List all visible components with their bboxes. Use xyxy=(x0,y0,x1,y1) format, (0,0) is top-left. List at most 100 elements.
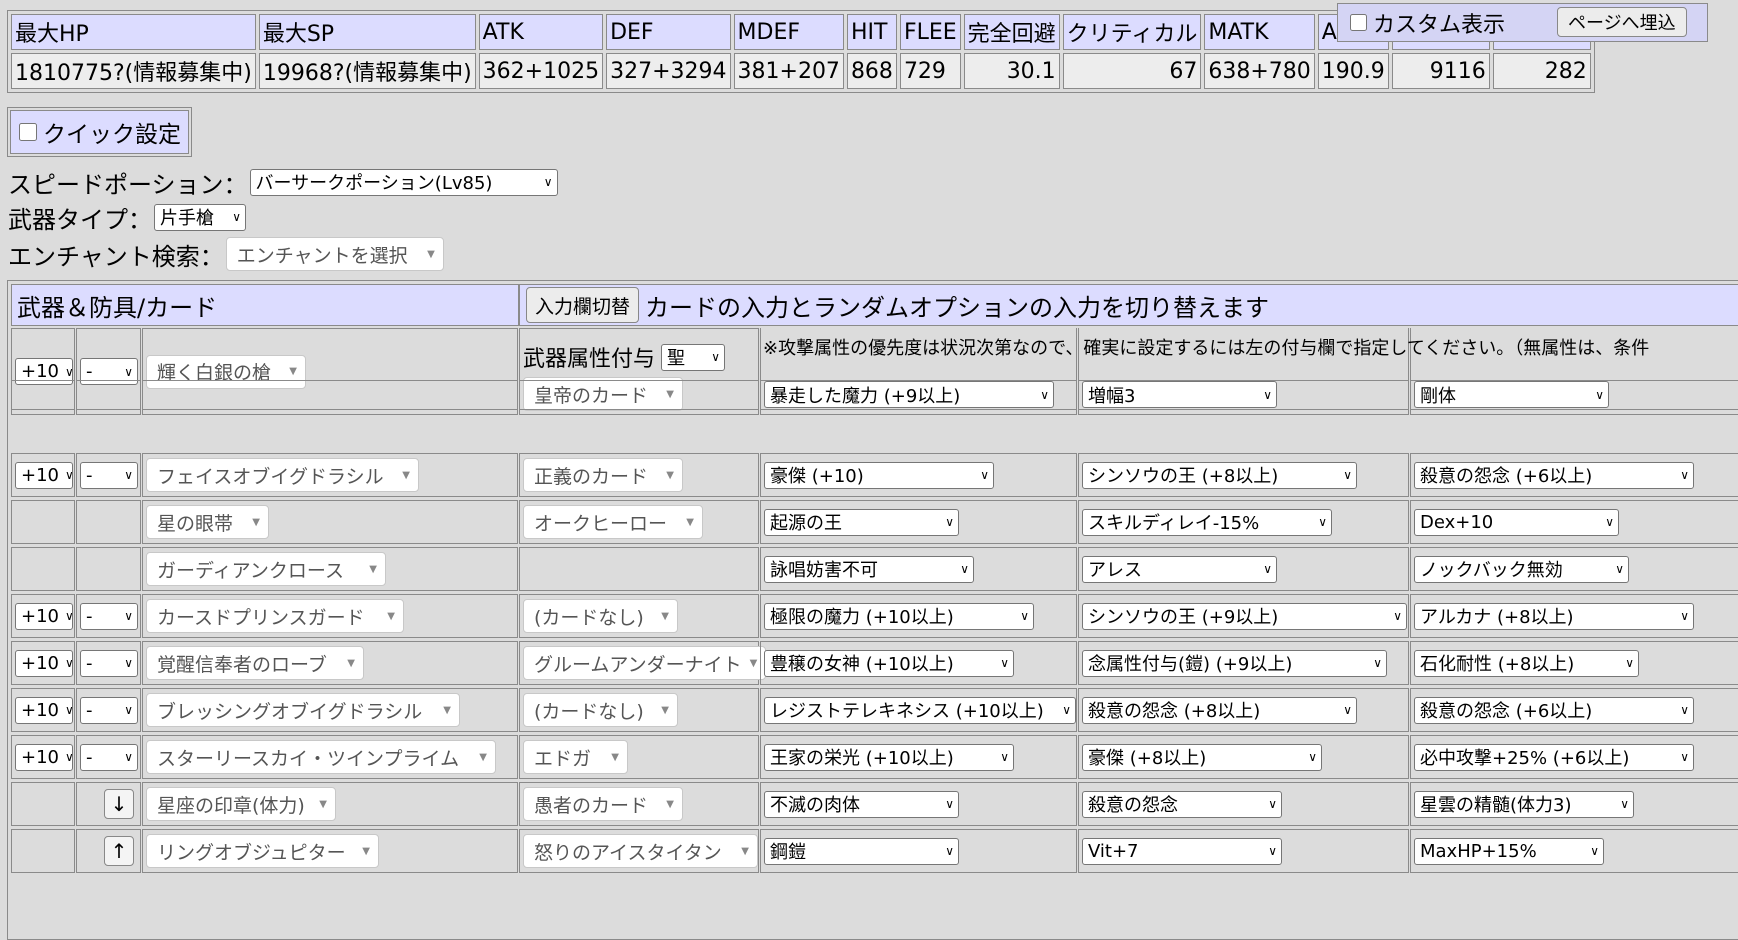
random-option-1-select[interactable]: 極限の魔力 (+10以上) ∨ xyxy=(764,602,1034,630)
chevron-down-icon: ∨ xyxy=(1393,609,1402,623)
empty-slot-cell xyxy=(142,380,518,410)
item-select[interactable]: ガーディアンクロース ▼ xyxy=(146,552,386,586)
random-option-1-select[interactable]: 豊穣の女神 (+10以上) ∨ xyxy=(764,649,1014,677)
random-option-1-select[interactable]: レジストテレキネシス (+10以上) ∨ xyxy=(764,696,1076,724)
grade-select[interactable]: - ∨ xyxy=(80,743,138,771)
random-option-3-select[interactable]: 石化耐性 (+8以上) ∨ xyxy=(1414,649,1639,677)
random-option-3-select[interactable]: 殺意の怨念 (+6以上) ∨ xyxy=(1414,461,1694,489)
input-toggle-button[interactable]: 入力欄切替 xyxy=(526,287,640,323)
item-select[interactable]: フェイスオブイグドラシル ▼ xyxy=(146,458,419,492)
speed-potion-select[interactable]: バーサークポーション(Lv85) ∨ xyxy=(249,168,558,196)
random-option-3-select[interactable]: 星雲の精髄(体力3) ∨ xyxy=(1414,790,1634,818)
caret-down-icon: ▼ xyxy=(666,469,674,481)
move-down-button[interactable]: ↓ xyxy=(104,789,134,819)
card-select[interactable]: 愚者のカード ▼ xyxy=(523,787,683,821)
refine-select[interactable]: +10 ∨ xyxy=(15,602,73,630)
option1-cell: レジストテレキネシス (+10以上) ∨ xyxy=(760,688,1077,732)
random-option-1-select[interactable]: 王家の栄光 (+10以上) ∨ xyxy=(764,743,1014,771)
card-select[interactable]: 怒りのアイスタイタン ▼ xyxy=(523,834,758,868)
random-option-3-select[interactable]: MaxHP+15% ∨ xyxy=(1414,837,1604,865)
random-option-3-select[interactable]: ノックバック無効 ∨ xyxy=(1414,555,1629,583)
random-option-2-select[interactable]: シンソウの王 (+8以上) ∨ xyxy=(1082,461,1357,489)
random-option-2-select[interactable]: 念属性付与(鎧) (+9以上) ∨ xyxy=(1082,649,1387,677)
grade-select[interactable]: - ∨ xyxy=(80,696,138,724)
option2-cell: 殺意の怨念 (+8以上) ∨ xyxy=(1078,688,1409,732)
random-option-3-select[interactable]: 殺意の怨念 (+6以上) ∨ xyxy=(1414,696,1694,724)
card-select[interactable]: グルームアンダーナイト ▼ xyxy=(523,646,767,680)
select-value: 殺意の怨念 (+8以上) xyxy=(1088,701,1261,722)
select-value: 鋼鎧 xyxy=(770,842,806,863)
weapon-element-select[interactable]: 聖 ∨ xyxy=(661,343,726,371)
custom-display-checkbox[interactable] xyxy=(1350,14,1367,31)
refine-cell: +10 ∨ xyxy=(11,453,75,497)
chevron-down-icon: ∨ xyxy=(1373,656,1382,670)
item-select[interactable]: 覚醒信奉者のローブ ▼ xyxy=(146,646,364,680)
caret-down-icon: ▼ xyxy=(443,704,451,716)
random-option-2-select[interactable]: 豪傑 (+8以上) ∨ xyxy=(1082,743,1322,771)
grade-select[interactable]: - ∨ xyxy=(80,602,138,630)
select-value: 詠唱妨害不可 xyxy=(770,560,878,581)
item-select[interactable]: スターリースカイ・ツインプライム ▼ xyxy=(146,740,496,774)
random-option-2-select[interactable]: 殺意の怨念 ∨ xyxy=(1082,790,1282,818)
random-option-1-select[interactable]: 不滅の肉体 ∨ xyxy=(764,790,959,818)
grade-select[interactable]: - ∨ xyxy=(80,461,138,489)
item-cell: フェイスオブイグドラシル ▼ xyxy=(142,453,518,497)
item-select[interactable]: 星座の印章(体力) ▼ xyxy=(146,787,336,821)
card-select[interactable]: 正義のカード ▼ xyxy=(523,458,683,492)
random-option-2-select[interactable]: スキルディレイ-15% ∨ xyxy=(1082,508,1332,536)
card-select[interactable]: (カードなし) ▼ xyxy=(523,599,678,633)
select-value: 不滅の肉体 xyxy=(770,795,860,816)
grade-cell: - ∨ xyxy=(76,735,141,779)
card-select[interactable]: オークヒーロー ▼ xyxy=(523,505,703,539)
random-option-1-select[interactable]: 豪傑 (+10) ∨ xyxy=(764,461,994,489)
random-option-1-select[interactable]: 起源の王 ∨ xyxy=(764,508,959,536)
random-option-3-select[interactable]: Dex+10 ∨ xyxy=(1414,508,1619,536)
select-value: 起源の王 xyxy=(770,513,842,534)
random-option-2-select[interactable]: シンソウの王 (+9以上) ∨ xyxy=(1082,602,1407,630)
refine-select[interactable]: +10 ∨ xyxy=(15,461,73,489)
enchant-search-select[interactable]: エンチャントを選択 ▼ xyxy=(225,237,444,271)
refine-select[interactable]: +10 ∨ xyxy=(15,743,73,771)
item-select[interactable]: 星の眼帯 ▼ xyxy=(146,505,269,539)
random-option-2-select[interactable]: アレス ∨ xyxy=(1082,555,1277,583)
empty-slot-cell xyxy=(519,380,759,410)
random-option-2-select[interactable]: 殺意の怨念 (+8以上) ∨ xyxy=(1082,696,1357,724)
multiselect-value: 星の眼帯 xyxy=(157,512,234,535)
option3-cell: 石化耐性 (+8以上) ∨ xyxy=(1410,641,1738,685)
random-option-3-select[interactable]: アルカナ (+8以上) ∨ xyxy=(1414,602,1694,630)
option3-cell: 殺意の怨念 (+6以上) ∨ xyxy=(1410,453,1738,497)
multiselect-value: ブレッシングオブイグドラシル xyxy=(157,700,423,723)
select-value: - xyxy=(86,652,93,674)
caret-down-icon: ▼ xyxy=(347,657,355,669)
random-option-1-select[interactable]: 詠唱妨害不可 ∨ xyxy=(764,555,974,583)
item-select[interactable]: カースドプリンスガード ▼ xyxy=(146,599,404,633)
stat-value: 1810775?(情報募集中) xyxy=(11,53,256,89)
refine-select[interactable]: +10 ∨ xyxy=(15,649,73,677)
card-select[interactable]: エドガ ▼ xyxy=(523,740,628,774)
random-option-2-select[interactable]: Vit+7 ∨ xyxy=(1082,837,1282,865)
card-select[interactable]: (カードなし) ▼ xyxy=(523,693,678,727)
grade-select[interactable]: - ∨ xyxy=(80,649,138,677)
chevron-down-icon: ∨ xyxy=(124,703,133,717)
chevron-down-icon: ∨ xyxy=(124,364,133,379)
item-select[interactable]: リングオブジュピター ▼ xyxy=(146,834,379,868)
caret-down-icon: ▼ xyxy=(686,516,694,528)
option2-cell: シンソウの王 (+8以上) ∨ xyxy=(1078,453,1409,497)
item-cell: リングオブジュピター ▼ xyxy=(142,829,518,873)
stat-value: 362+1025 xyxy=(478,53,604,89)
chevron-down-icon: ∨ xyxy=(1680,750,1689,764)
refine-cell: +10 ∨ xyxy=(11,735,75,779)
select-value: シンソウの王 (+9以上) xyxy=(1088,607,1279,628)
select-value: - xyxy=(86,605,93,627)
weapon-type-select[interactable]: 片手槍 ∨ xyxy=(154,203,246,231)
move-up-button[interactable]: ↑ xyxy=(104,836,134,866)
random-option-3-select[interactable]: 必中攻撃+25% (+6以上) ∨ xyxy=(1414,743,1694,771)
equipment-row: +10 ∨ - ∨ スターリースカイ・ツインプライム ▼ エドガ ▼ 王家の栄光 (+10以上)… xyxy=(8,735,1738,779)
random-option-1-select[interactable]: 鋼鎧 ∨ xyxy=(764,837,959,865)
refine-select[interactable]: +10 ∨ xyxy=(15,696,73,724)
option3-cell: Dex+10 ∨ xyxy=(1410,500,1738,544)
item-select[interactable]: ブレッシングオブイグドラシル ▼ xyxy=(146,693,460,727)
quick-settings-checkbox[interactable] xyxy=(19,123,37,141)
refine-cell xyxy=(11,547,75,591)
embed-page-button[interactable]: ページへ埋込 xyxy=(1557,7,1687,37)
